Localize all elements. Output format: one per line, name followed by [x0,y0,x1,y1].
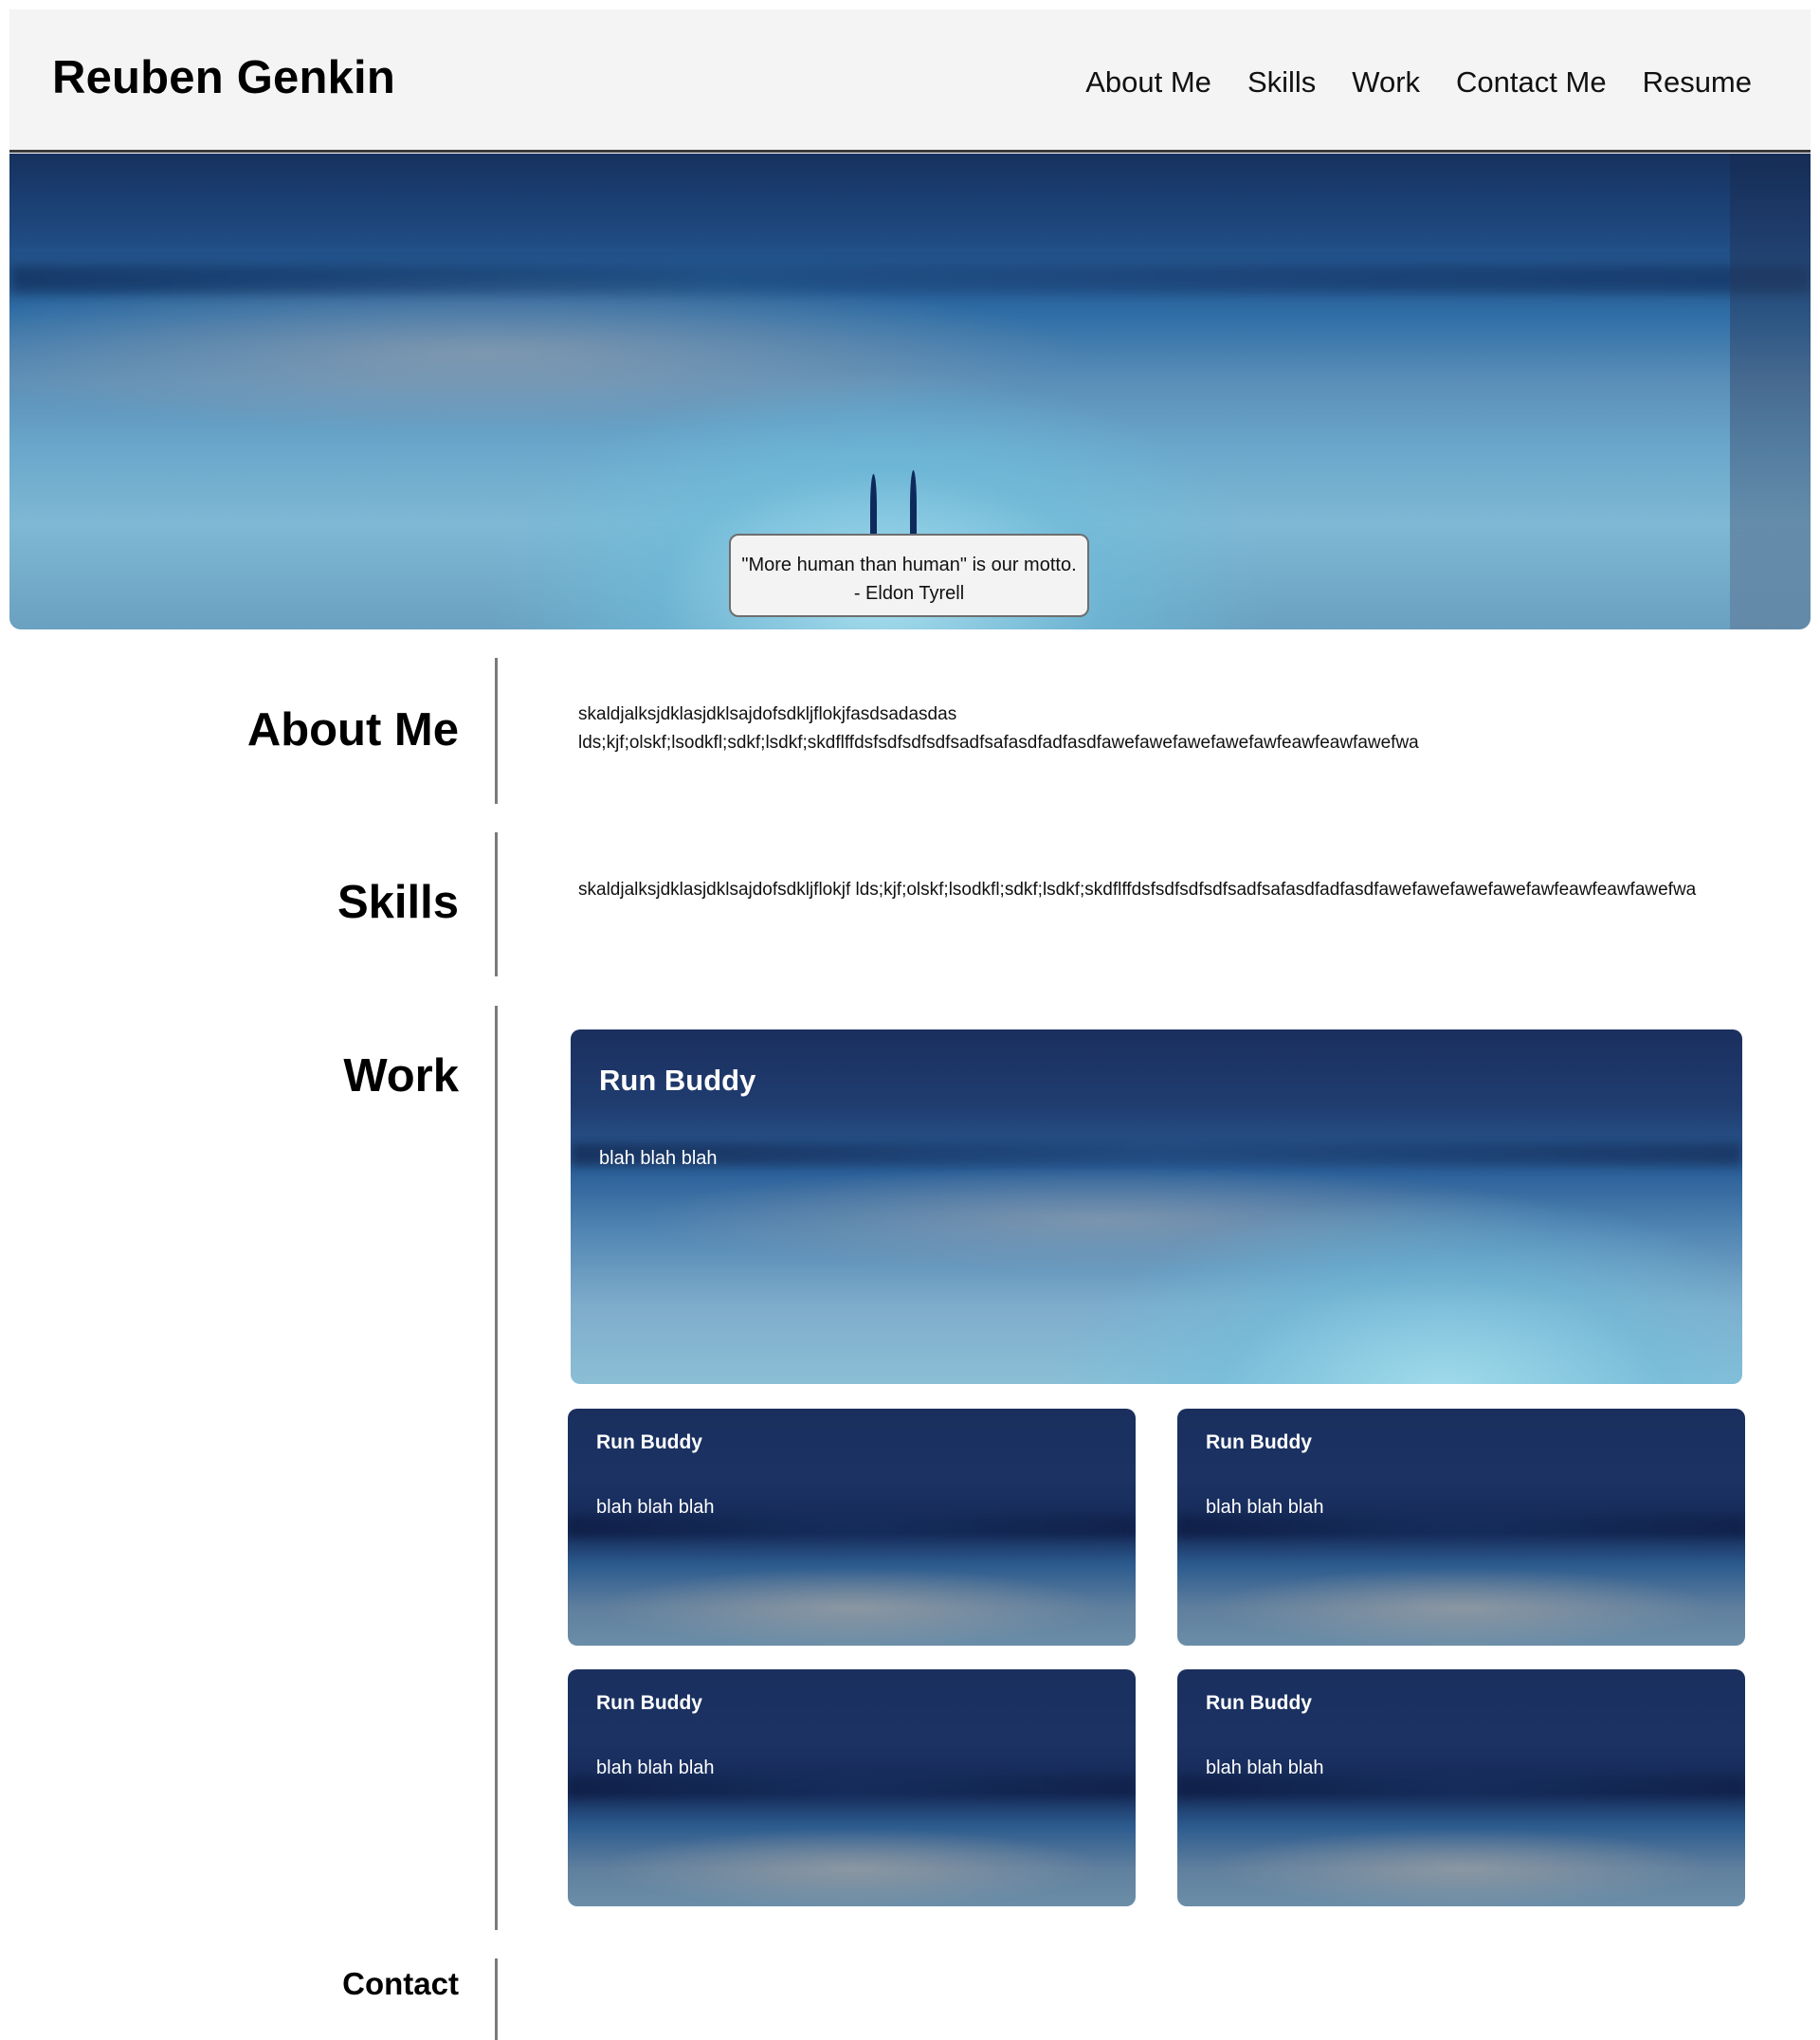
project-card-3[interactable]: Run Buddy blah blah blah [568,1669,1136,1906]
hero-quote-author: - Eldon Tyrell [853,583,965,604]
hero-spire-left [870,474,877,540]
work-divider [495,1006,498,1930]
project-description: blah blah blah [596,1758,715,1778]
project-card-1[interactable]: Run Buddy blah blah blah [568,1409,1136,1646]
about-section: About Me skaldjalksjdklasjdklsajdofsdklj… [0,658,1820,804]
project-description: blah blah blah [599,1148,718,1169]
contact-section: Contact [0,1958,1820,2040]
skills-text: skaldjalksjdklasjdklsajdofsdkljflokjf ld… [578,880,1697,900]
project-title: Run Buddy [596,1692,702,1714]
project-title: Run Buddy [1206,1431,1312,1453]
nav-link-about-me[interactable]: About Me [1085,64,1211,100]
project-description: blah blah blah [1206,1497,1324,1518]
main-nav: About Me Skills Work Contact Me Resume [1085,64,1752,100]
hero-spire-right [910,470,917,540]
nav-link-work[interactable]: Work [1352,64,1420,100]
project-title: Run Buddy [1206,1692,1312,1714]
about-divider [495,658,498,804]
contact-title: Contact [342,1966,459,2001]
skills-section: Skills skaldjalksjdklasjdklsajdofsdkljfl… [0,832,1820,976]
about-text-line1: skaldjalksjdklasjdklsajdofsdkljflokjfasd… [578,704,957,724]
project-title: Run Buddy [599,1064,756,1097]
site-header: Reuben Genkin About Me Skills Work Conta… [9,9,1811,153]
project-card-2[interactable]: Run Buddy blah blah blah [1177,1409,1745,1646]
project-card-featured[interactable]: Run Buddy blah blah blah [571,1029,1742,1384]
skills-divider [495,832,498,976]
skills-title: Skills [337,877,459,928]
project-description: blah blah blah [1206,1758,1324,1778]
hero-quote-text: "More human than human" is our motto. [741,555,1077,575]
project-description: blah blah blah [596,1497,715,1518]
nav-link-resume[interactable]: Resume [1643,64,1752,100]
nav-link-contact-me[interactable]: Contact Me [1456,64,1607,100]
hero-quote-box: "More human than human" is our motto. - … [729,534,1089,617]
about-text: skaldjalksjdklasjdklsajdofsdkljflokjfasd… [578,701,1744,757]
project-card-4[interactable]: Run Buddy blah blah blah [1177,1669,1745,1906]
work-title: Work [343,1050,459,1102]
nav-link-skills[interactable]: Skills [1247,64,1316,100]
about-title: About Me [246,704,459,756]
hero-banner: "More human than human" is our motto. - … [9,154,1811,629]
site-title: Reuben Genkin [52,52,395,103]
hero-right-edge [1730,154,1811,629]
hero-cloud-band [9,265,1811,294]
project-title: Run Buddy [596,1431,702,1453]
page: Reuben Genkin About Me Skills Work Conta… [0,0,1820,2040]
work-section: Work Run Buddy blah blah blah Run Buddy … [0,1006,1820,1930]
about-text-line2: lds;kjf;olskf;lsodkfl;sdkf;lsdkf;skdflff… [578,733,1419,753]
contact-divider [495,1958,498,2040]
